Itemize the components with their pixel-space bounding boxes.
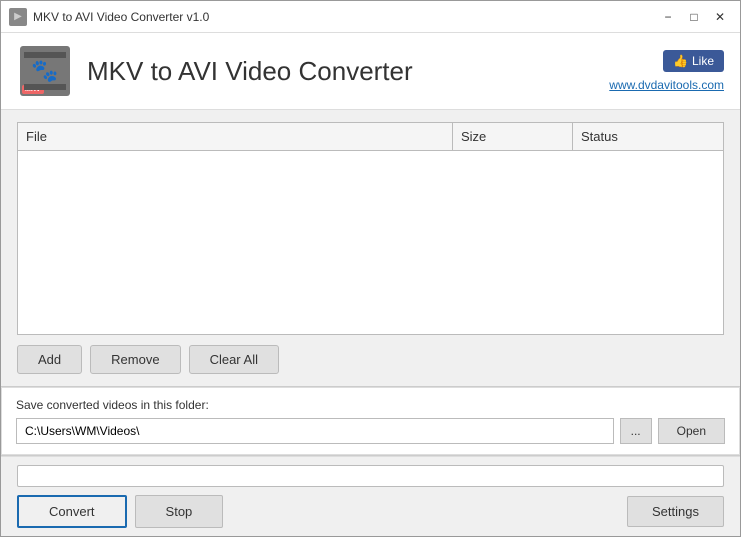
like-button[interactable]: 👍 Like	[663, 50, 724, 72]
browse-button[interactable]: ...	[620, 418, 652, 444]
save-path-input[interactable]	[16, 418, 614, 444]
file-table: File Size Status	[17, 122, 724, 335]
header-actions: 👍 Like www.dvdavitools.com	[609, 50, 724, 92]
close-button[interactable]: ✕	[708, 7, 732, 27]
title-bar-text: MKV to AVI Video Converter v1.0	[33, 10, 656, 24]
save-row: ... Open	[16, 418, 725, 444]
col-size-header: Size	[453, 123, 573, 150]
col-file-header: File	[18, 123, 453, 150]
remove-button[interactable]: Remove	[90, 345, 180, 374]
header-section: 🐾 MKV MKV to AVI Video Converter 👍 Like …	[1, 33, 740, 110]
minimize-button[interactable]: −	[656, 7, 680, 27]
app-logo: 🐾 MKV	[17, 43, 73, 99]
action-row: Convert Stop Settings	[17, 495, 724, 528]
save-label: Save converted videos in this folder:	[16, 398, 725, 412]
save-section: Save converted videos in this folder: ..…	[1, 387, 740, 455]
title-bar-controls: − □ ✕	[656, 7, 732, 27]
website-link[interactable]: www.dvdavitools.com	[609, 78, 724, 92]
content-area: File Size Status Add Remove Clear All	[1, 110, 740, 386]
clear-all-button[interactable]: Clear All	[189, 345, 279, 374]
maximize-button[interactable]: □	[682, 7, 706, 27]
action-left: Convert Stop	[17, 495, 223, 528]
table-body	[18, 151, 723, 334]
add-button[interactable]: Add	[17, 345, 82, 374]
app-title: MKV to AVI Video Converter	[87, 56, 609, 87]
title-bar: ▶ MKV to AVI Video Converter v1.0 − □ ✕	[1, 1, 740, 33]
bottom-section: Convert Stop Settings	[1, 456, 740, 536]
logo-paw-icon: 🐾	[31, 58, 58, 84]
logo-film: 🐾 MKV	[20, 46, 70, 96]
progress-bar-container	[17, 465, 724, 487]
stop-button[interactable]: Stop	[135, 495, 224, 528]
open-button[interactable]: Open	[658, 418, 725, 444]
col-status-header: Status	[573, 123, 723, 150]
app-icon: ▶	[9, 8, 27, 26]
like-label: Like	[692, 54, 714, 68]
main-window: ▶ MKV to AVI Video Converter v1.0 − □ ✕ …	[0, 0, 741, 537]
logo-label: MKV	[22, 85, 44, 94]
settings-button[interactable]: Settings	[627, 496, 724, 527]
thumbs-up-icon: 👍	[673, 54, 688, 68]
table-header: File Size Status	[18, 123, 723, 151]
convert-button[interactable]: Convert	[17, 495, 127, 528]
file-button-row: Add Remove Clear All	[17, 345, 724, 374]
